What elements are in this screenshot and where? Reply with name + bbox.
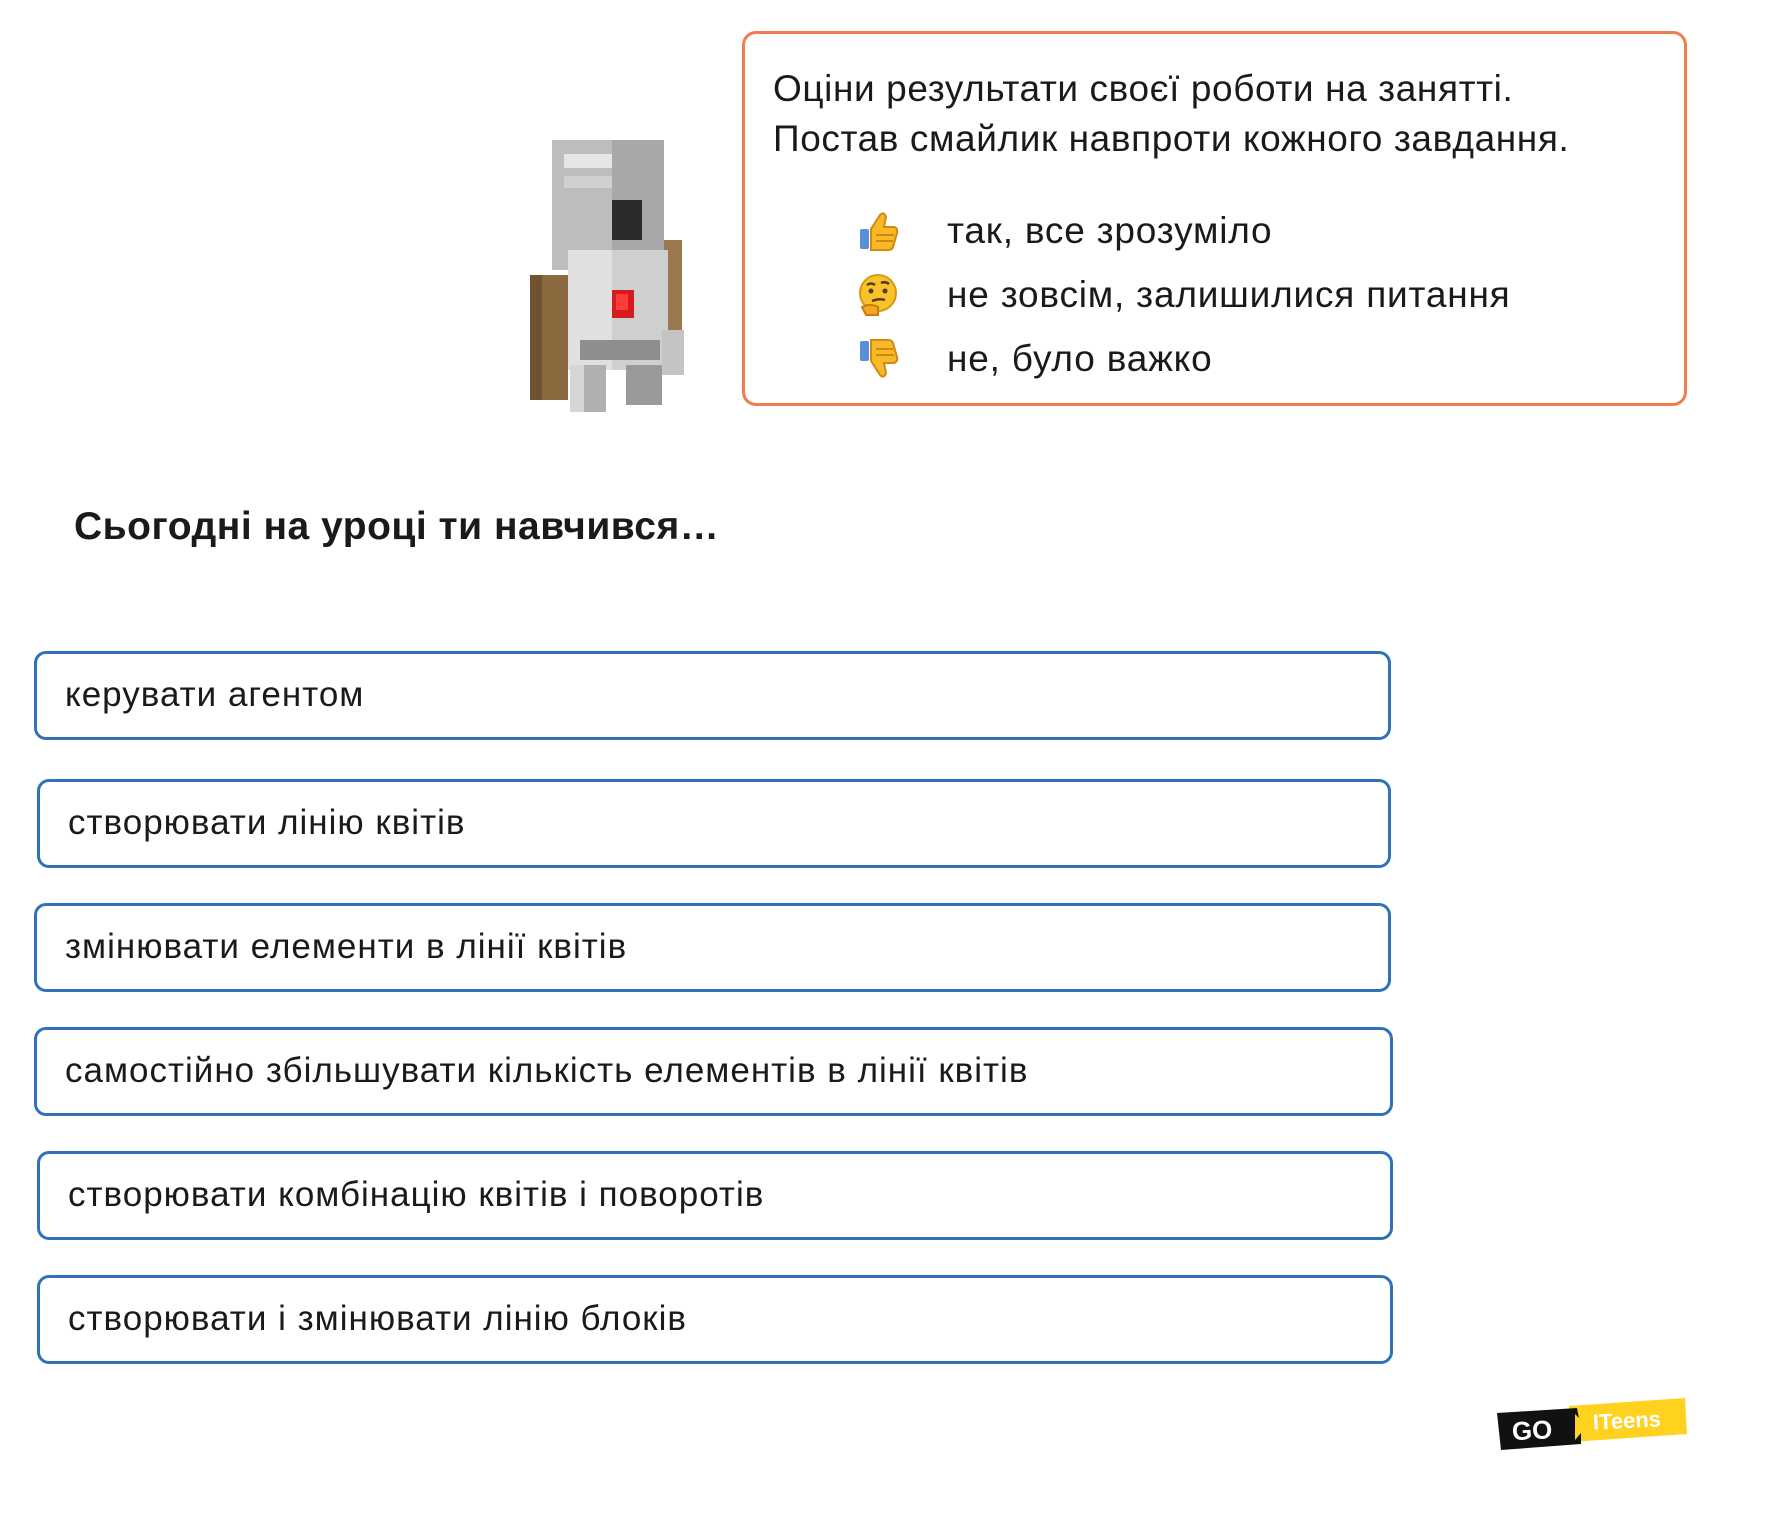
- legend-row-understood: так, все зрозуміло: [855, 206, 1272, 256]
- learned-item-box[interactable]: створювати комбінацію квітів і поворотів: [37, 1151, 1393, 1240]
- learned-item-box[interactable]: змінювати елементи в лінії квітів: [34, 903, 1391, 992]
- legend-row-difficult: не, було важко: [855, 334, 1212, 384]
- learned-item-text: змінювати елементи в лінії квітів: [65, 927, 628, 966]
- legend-text-understood: так, все зрозуміло: [947, 210, 1273, 251]
- learned-item-box[interactable]: самостійно збільшувати кількість елемент…: [34, 1027, 1393, 1116]
- learned-item-box[interactable]: керувати агентом: [34, 651, 1391, 740]
- legend-row-questions: не зовсім, залишилися питання: [855, 270, 1510, 320]
- thumbs-down-icon: [855, 336, 901, 382]
- legend-text-difficult: не, було важко: [947, 338, 1213, 379]
- instructions-card: Оціни результати своєї роботи на занятті…: [742, 31, 1687, 406]
- lesson-heading: Сьогодні на уроці ти навчився…: [74, 505, 720, 548]
- learned-item-text: керувати агентом: [65, 675, 365, 714]
- legend-text-questions: не зовсім, залишилися питання: [947, 274, 1511, 315]
- learned-item-text: створювати лінію квітів: [68, 803, 466, 842]
- learned-item-text: самостійно збільшувати кількість елемент…: [65, 1051, 1029, 1090]
- goiteens-logo: GO ITeens: [1497, 1398, 1687, 1450]
- thumbs-up-icon: [855, 208, 901, 254]
- instructions-line-1: Оціни результати своєї роботи на занятті…: [773, 68, 1514, 109]
- learned-item-box[interactable]: створювати лінію квітів: [37, 779, 1391, 868]
- agent-robot-illustration: [530, 140, 684, 412]
- logo-iteens-text: ITeens: [1592, 1406, 1661, 1435]
- instructions-line-2: Постав смайлик навпроти кожного завдання…: [773, 118, 1570, 159]
- instructions-text: Оціни результати своєї роботи на занятті…: [773, 64, 1569, 164]
- logo-go-text: GO: [1511, 1414, 1553, 1446]
- learned-item-box[interactable]: створювати і змінювати лінію блоків: [37, 1275, 1393, 1364]
- thinking-face-icon: [855, 272, 901, 318]
- learned-item-text: створювати комбінацію квітів і поворотів: [68, 1175, 765, 1214]
- learned-item-text: створювати і змінювати лінію блоків: [68, 1299, 687, 1338]
